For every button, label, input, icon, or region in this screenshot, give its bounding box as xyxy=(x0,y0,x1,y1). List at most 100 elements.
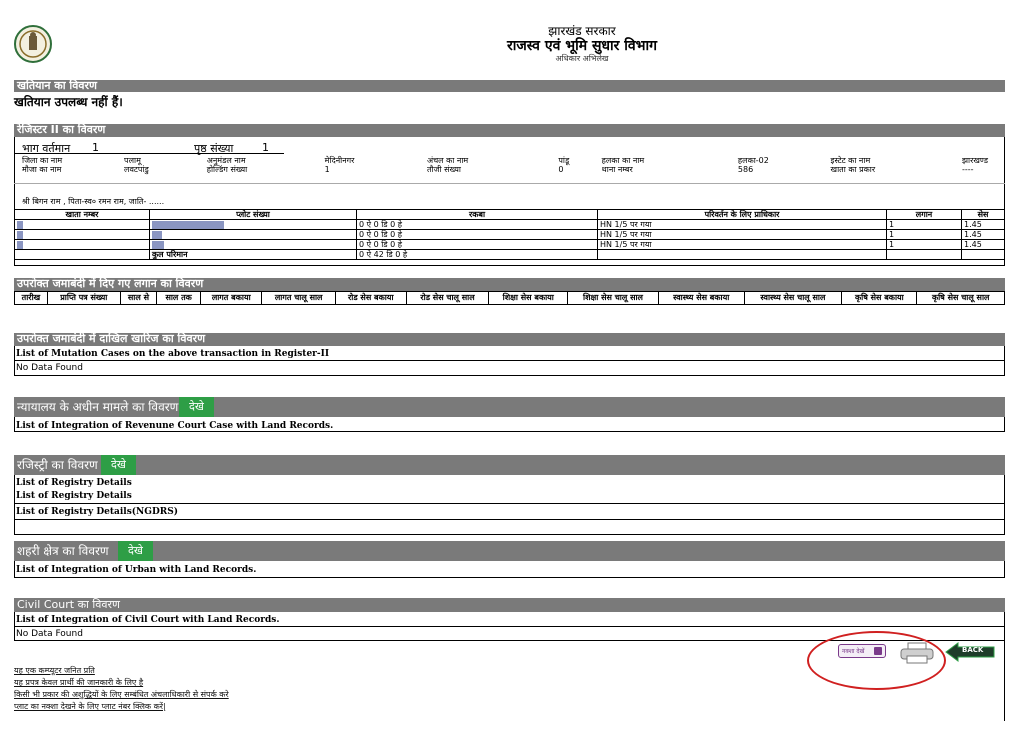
footer-link[interactable]: यह एक कम्प्यूटर जनित प्रति xyxy=(14,665,95,676)
header-subtitle: अधिकार अभिलेख xyxy=(555,54,609,63)
mutation-section-title: उपरोक्त जमाबंदी में दाखिल खारिज का विवरण xyxy=(14,333,1005,346)
total-label: कुल परिमान xyxy=(149,249,357,260)
table-row: 0 ऐ 0 डि 0 हे HN 1/5 पर गया 1 1.45 xyxy=(14,239,1005,250)
info-cell: जिला का नाम xyxy=(22,156,63,165)
info-cell: पलामू xyxy=(124,156,141,165)
col-header: प्राप्ति पत्र संख्या xyxy=(46,291,121,305)
khata-cell xyxy=(14,239,150,250)
info-cell: झारखण्ड xyxy=(961,156,988,165)
page-border xyxy=(1004,641,1005,721)
plot-link[interactable] xyxy=(149,239,357,250)
col-header: साल से xyxy=(119,291,158,305)
info-cell: ---- xyxy=(961,165,974,174)
info-cell: अनुमंडल नाम xyxy=(206,156,246,165)
plot-link[interactable] xyxy=(149,219,357,230)
auth-cell: HN 1/5 पर गया xyxy=(597,239,887,250)
lagan-table: तारीख प्राप्ति पत्र संख्या साल से साल तक… xyxy=(14,291,1005,305)
registry-title-text: रजिस्ट्री का विवरण xyxy=(17,458,98,472)
owner-name: श्री बिगन राम , पिता-स्व० रमन राम, जाति-… xyxy=(22,197,165,206)
empty-cell xyxy=(14,249,150,260)
naksha-button[interactable]: नक्शा देखें xyxy=(838,644,886,658)
rakba-cell: 0 ऐ 0 डि 0 हे xyxy=(356,239,598,250)
naksha-label: नक्शा देखें xyxy=(842,648,865,655)
plot-link[interactable] xyxy=(149,229,357,240)
total-row: कुल परिमान 0 ऐ 42 डि 0 हे xyxy=(14,249,1005,260)
khata-cell xyxy=(14,229,150,240)
footer-link[interactable]: प्लाट का नक्शा देखने के लिए प्लाट नंबर क… xyxy=(14,701,166,712)
info-cell: 586 xyxy=(737,165,754,174)
civil-section-title: Civil Court का विवरण xyxy=(14,598,1005,612)
info-row: मौजा का नाम लवटपांडु होल्डिंग संख्या 1 त… xyxy=(20,165,990,174)
col-header: स्वास्थ्य सेस बकाया xyxy=(657,291,745,305)
info-cell: 0 xyxy=(558,165,564,174)
col-header: सेस xyxy=(961,209,1005,220)
registry-line: List of Registry Details xyxy=(16,478,132,488)
col-header: तारीख xyxy=(14,291,48,305)
court-view-button[interactable]: देखे xyxy=(179,397,214,417)
info-cell: होल्डिंग संख्या xyxy=(206,165,248,174)
info-cell: मौजा का नाम xyxy=(22,165,62,174)
info-cell: हलका-02 xyxy=(737,156,769,165)
registry-box xyxy=(14,475,1005,535)
info-cell: अंचल का नाम xyxy=(426,156,469,165)
lagan-section-title: उपरोक्त जमाबंदी में दिए गए लगान का विवरण xyxy=(14,278,1005,291)
info-row: जिला का नाम पलामू अनुमंडल नाम मेदिनीनगर … xyxy=(20,156,990,165)
khata-cell xyxy=(14,219,150,230)
col-header: लगान xyxy=(886,209,962,220)
back-label: BACK xyxy=(962,646,984,654)
civil-nodata: No Data Found xyxy=(16,629,83,639)
col-header: स्वास्थ्य सेस चालू साल xyxy=(743,291,843,305)
table-row: 0 ऐ 0 डि 0 हे HN 1/5 पर गया 1 1.45 xyxy=(14,229,1005,240)
col-header: शिक्षा सेस बकाया xyxy=(488,291,569,305)
col-header: कृषि सेस बकाया xyxy=(841,291,918,305)
lagan-header-row: तारीख प्राप्ति पत्र संख्या साल से साल तक… xyxy=(14,291,1005,305)
lagan-cell: 1 xyxy=(886,219,962,230)
info-cell: पांडू xyxy=(558,156,570,165)
register2-info-table: जिला का नाम पलामू अनुमंडल नाम मेदिनीनगर … xyxy=(20,156,990,174)
registry-section-title: रजिस्ट्री का विवरण xyxy=(14,455,1005,475)
lagan-cell: 1 xyxy=(886,229,962,240)
mutation-nodata: No Data Found xyxy=(16,363,83,373)
ses-cell: 1.45 xyxy=(961,229,1005,240)
col-header: प्लोट संख्या xyxy=(149,209,357,220)
table-row: 0 ऐ 0 डि 0 हे HN 1/5 पर गया 1 1.45 xyxy=(14,219,1005,230)
info-cell: इस्टेट का नाम xyxy=(830,156,871,165)
info-cell: खाता का प्रकार xyxy=(830,165,876,174)
court-subtitle: List of Integration of Revenune Court Ca… xyxy=(16,421,334,431)
print-button[interactable] xyxy=(899,642,935,664)
ses-cell: 1.45 xyxy=(961,219,1005,230)
footer-link[interactable]: यह प्रपत्र केवल प्रार्थी की जानकारी के ल… xyxy=(14,677,143,688)
col-header: परिवर्तन के लिए प्राधिकार xyxy=(597,209,887,220)
empty-cell xyxy=(886,249,962,260)
printer-icon xyxy=(900,642,934,664)
court-title-text: न्यायालय के अधीन मामले का विवरण xyxy=(17,400,179,414)
footer-link[interactable]: किसी भी प्रकार की अशुद्धियों के लिए सम्ब… xyxy=(14,689,229,700)
urban-section-title: शहरी क्षेत्र का विवरण xyxy=(14,541,1005,561)
info-cell: तौजी संख्या xyxy=(426,165,461,174)
info-cell: लवटपांडु xyxy=(124,165,149,174)
khatiyan-section-title: खतियान का विवरण xyxy=(14,80,1005,92)
total-value: 0 ऐ 42 डि 0 हे xyxy=(356,249,598,260)
empty-cell xyxy=(597,249,887,260)
col-header: रकबा xyxy=(356,209,598,220)
registry-line: List of Registry Details xyxy=(16,491,132,501)
auth-cell: HN 1/5 पर गया xyxy=(597,219,887,230)
col-header: कृषि सेस चालू साल xyxy=(916,291,1005,305)
ses-cell: 1.45 xyxy=(961,239,1005,250)
khata-table: खाता नम्बर प्लोट संख्या रकबा परिवर्तन के… xyxy=(14,209,1005,260)
col-header: लागत चालू साल xyxy=(261,291,336,305)
rakba-cell: 0 ऐ 0 डि 0 हे xyxy=(356,229,598,240)
info-cell: मेदिनीनगर xyxy=(324,156,355,165)
col-header: साल तक xyxy=(156,291,202,305)
empty-cell xyxy=(961,249,1005,260)
khatiyan-message: खतियान उपलब्ध नहीं हैं। xyxy=(14,95,123,109)
urban-view-button[interactable]: देखे xyxy=(118,541,153,561)
auth-cell: HN 1/5 पर गया xyxy=(597,229,887,240)
lagan-cell: 1 xyxy=(886,239,962,250)
registry-view-button[interactable]: देखे xyxy=(101,455,136,475)
back-button[interactable]: BACK xyxy=(944,641,996,663)
col-header: खाता नम्बर xyxy=(14,209,150,220)
info-cell: थाना नम्बर xyxy=(601,165,633,174)
map-icon xyxy=(874,647,882,655)
col-header: रोड सेस चालू साल xyxy=(405,291,490,305)
